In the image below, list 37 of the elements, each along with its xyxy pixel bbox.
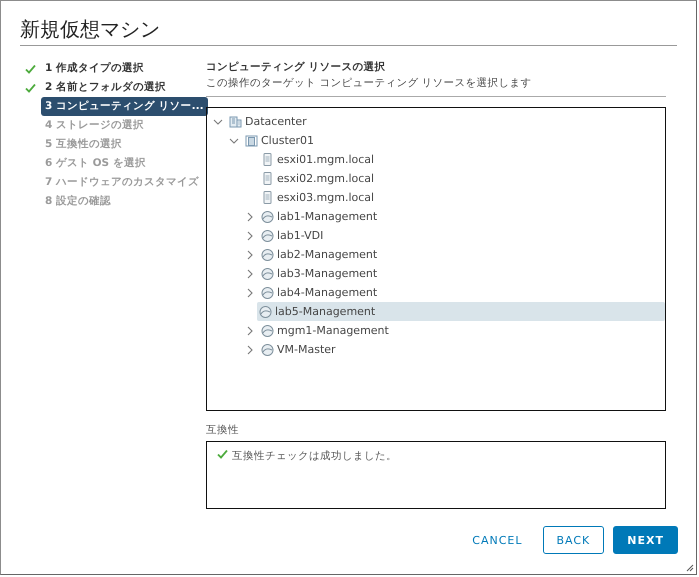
cluster-icon <box>245 134 258 147</box>
tree-item[interactable]: lab3-Management <box>207 264 665 283</box>
next-button[interactable]: NEXT <box>613 526 678 554</box>
tree-item[interactable]: lab1-Management <box>207 207 665 226</box>
resource-pool-icon <box>261 343 274 356</box>
building-icon <box>229 115 242 128</box>
resize-grip-icon[interactable] <box>686 564 694 572</box>
page-heading: コンピューティング リソースの選択 <box>206 60 387 75</box>
tree-item[interactable]: esxi01.mgm.local <box>207 150 665 169</box>
tree-item[interactable]: esxi02.mgm.local <box>207 169 665 188</box>
tree-item[interactable]: lab5-Management <box>257 302 665 321</box>
tree-item[interactable]: lab1-VDI <box>207 226 665 245</box>
back-button[interactable]: BACK <box>542 526 604 554</box>
tree-item[interactable]: lab2-Management <box>207 245 665 264</box>
tree-item[interactable]: mgm1-Management <box>207 321 665 340</box>
page-subtitle: この操作のターゲット コンピューティング リソースを選択します <box>206 75 666 97</box>
wizard-step[interactable]: 1 作成タイプの選択 <box>41 59 192 78</box>
resource-pool-icon <box>261 229 274 242</box>
tree-item[interactable]: esxi03.mgm.local <box>207 188 665 207</box>
tree-item[interactable]: lab4-Management <box>207 283 665 302</box>
resource-pool-icon <box>261 324 274 337</box>
server-icon <box>261 153 274 166</box>
compatibility-label: 互換性 <box>206 423 240 438</box>
tree-item[interactable]: Cluster01 <box>207 131 665 150</box>
resource-pool-icon <box>261 248 274 261</box>
server-icon <box>261 172 274 185</box>
tree-item[interactable]: Datacenter <box>207 112 665 131</box>
compatibility-message: 互換性チェックは成功しました。 <box>232 449 397 464</box>
wizard-step[interactable]: 2 名前とフォルダの選択 <box>41 78 192 97</box>
server-icon <box>261 191 274 204</box>
resource-pool-icon <box>261 286 274 299</box>
wizard-step[interactable]: 3 コンピューティング リソー... <box>41 97 208 116</box>
resource-pool-icon <box>261 267 274 280</box>
tree-item[interactable]: VM-Master <box>207 340 665 359</box>
resource-pool-icon <box>259 305 272 318</box>
window-title: 新規仮想マシン <box>20 15 677 46</box>
resource-pool-icon <box>261 210 274 223</box>
